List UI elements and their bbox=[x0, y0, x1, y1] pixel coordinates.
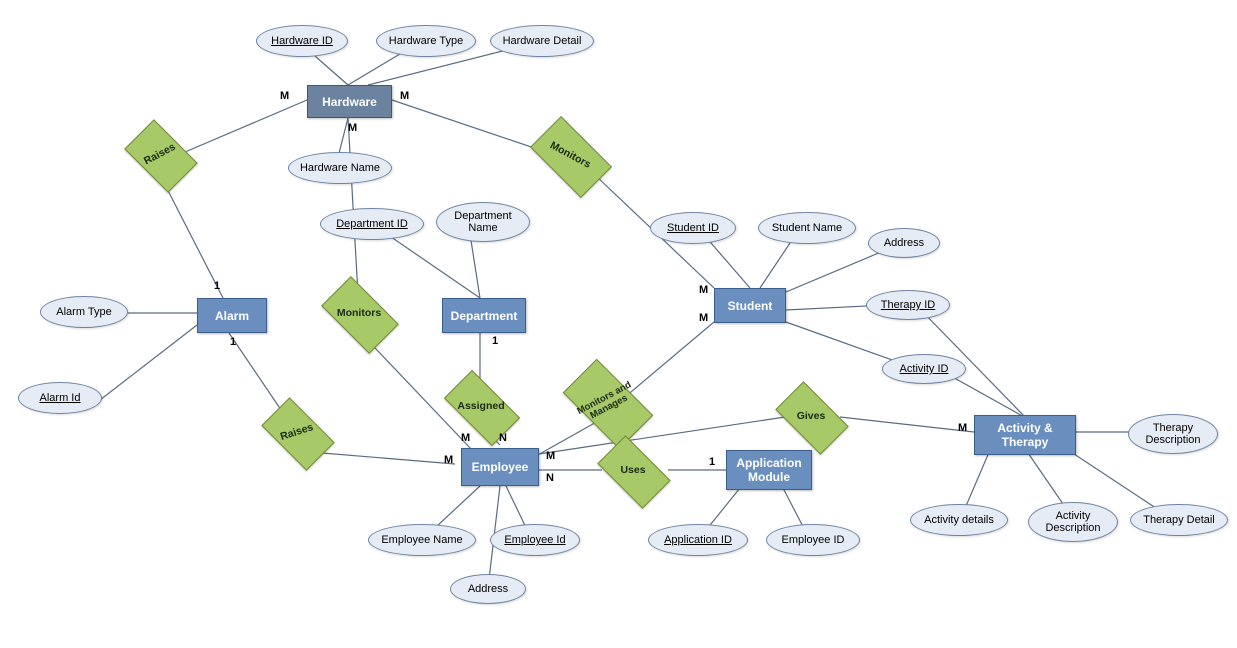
card-alarm-raises-1-bottom: 1 bbox=[230, 336, 236, 348]
card-emp-manages-m: M bbox=[546, 450, 555, 462]
entity-label: Application Module bbox=[736, 456, 801, 484]
rel-raises-emp-alarm: Raises bbox=[266, 414, 328, 452]
card-alarm-raises-1-top: 1 bbox=[214, 280, 220, 292]
entity-application-module: Application Module bbox=[726, 450, 812, 490]
connector-lines bbox=[0, 0, 1237, 648]
entity-label: Employee bbox=[472, 460, 529, 474]
attr-hardware-detail: Hardware Detail bbox=[490, 25, 594, 57]
rel-monitors-hw-student: Monitors bbox=[535, 135, 605, 177]
rel-monitors-manages: Monitors and Manages bbox=[568, 380, 646, 426]
card-emp-assigned-n: N bbox=[499, 432, 507, 444]
card-app-uses-1: 1 bbox=[709, 456, 715, 468]
attr-employee-id: Employee Id bbox=[490, 524, 580, 556]
attr-therapy-description: Therapy Description bbox=[1128, 414, 1218, 454]
attr-employee-address: Address bbox=[450, 574, 526, 604]
attr-alarm-id: Alarm Id bbox=[18, 382, 102, 414]
attr-application-id: Application ID bbox=[648, 524, 748, 556]
attr-activity-details: Activity details bbox=[910, 504, 1008, 536]
attr-app-employee-id: Employee ID bbox=[766, 524, 860, 556]
card-dept-assigned-1: 1 bbox=[492, 335, 498, 347]
attr-activity-description: Activity Description bbox=[1028, 502, 1118, 542]
attr-hardware-type: Hardware Type bbox=[376, 25, 476, 57]
rel-uses: Uses bbox=[602, 452, 664, 490]
entity-label: Student bbox=[728, 299, 773, 313]
card-student-manages-m: M bbox=[699, 312, 708, 324]
entity-department: Department bbox=[442, 298, 526, 333]
entity-employee: Employee bbox=[461, 448, 539, 486]
rel-gives: Gives bbox=[780, 398, 842, 436]
attr-hardware-id: Hardware ID bbox=[256, 25, 348, 57]
rel-monitors-hw-emp: Monitors bbox=[326, 294, 392, 334]
attr-student-id: Student ID bbox=[650, 212, 736, 244]
attr-employee-name: Employee Name bbox=[368, 524, 476, 556]
rel-assigned: Assigned bbox=[448, 388, 514, 426]
entity-hardware: Hardware bbox=[307, 85, 392, 118]
attr-therapy-id: Therapy ID bbox=[866, 290, 950, 320]
card-hw-monitors-student-m: M bbox=[400, 90, 409, 102]
card-emp-raises-m: M bbox=[444, 454, 453, 466]
attr-student-address: Address bbox=[868, 228, 940, 258]
card-hw-raises-m: M bbox=[280, 90, 289, 102]
attr-alarm-type: Alarm Type bbox=[40, 296, 128, 328]
attr-hardware-name: Hardware Name bbox=[288, 152, 392, 184]
card-emp-monitors-hw-m: M bbox=[461, 432, 470, 444]
entity-activity-therapy: Activity & Therapy bbox=[974, 415, 1076, 455]
attr-student-name: Student Name bbox=[758, 212, 856, 244]
entity-label: Department bbox=[451, 309, 518, 323]
card-student-monitors-m: M bbox=[699, 284, 708, 296]
attr-therapy-detail: Therapy Detail bbox=[1130, 504, 1228, 536]
attr-department-name: Department Name bbox=[436, 202, 530, 242]
er-diagram: Hardware Alarm Department Student Employ… bbox=[0, 0, 1237, 648]
card-activity-gives-m: M bbox=[958, 422, 967, 434]
card-hw-monitors-emp-m: M bbox=[348, 122, 357, 134]
rel-raises-hw-alarm: Raises bbox=[130, 135, 190, 175]
entity-student: Student bbox=[714, 288, 786, 323]
attr-department-id: Department ID bbox=[320, 208, 424, 240]
card-emp-uses-n: N bbox=[546, 472, 554, 484]
entity-label: Alarm bbox=[215, 309, 249, 323]
entity-label: Activity & Therapy bbox=[997, 421, 1052, 449]
entity-label: Hardware bbox=[322, 95, 377, 109]
entity-alarm: Alarm bbox=[197, 298, 267, 333]
attr-activity-id: Activity ID bbox=[882, 354, 966, 384]
